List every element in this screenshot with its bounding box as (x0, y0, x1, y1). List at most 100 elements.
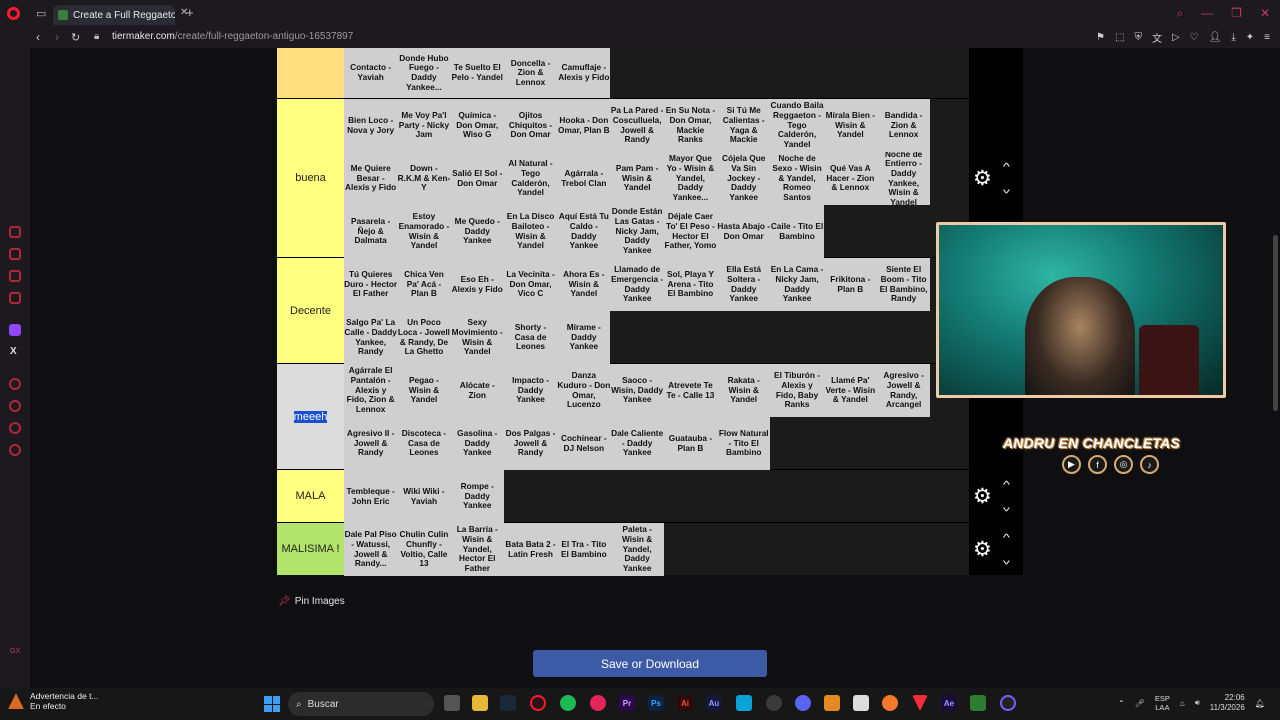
tier-item[interactable]: Estoy Enamorado - Wisin & Yandel (397, 205, 451, 258)
tier-item[interactable]: Discoteca - Casa de Leones (397, 417, 451, 470)
tier-item[interactable]: Chica Ven Pa' Acá - Plan B (397, 258, 451, 311)
move-down-icon[interactable]: ^ (1003, 554, 1010, 565)
tier-label[interactable]: meeeh (277, 364, 344, 469)
mic-icon[interactable]: 🎤︎ (1135, 699, 1145, 708)
tier-item[interactable]: Down - R.K.M & Ken-Y (397, 152, 451, 205)
pin-images-toggle[interactable]: 📌︎ Pin Images (278, 596, 345, 607)
tier-item[interactable]: Flow Natural - Tito El Bambino (717, 417, 771, 470)
heart-icon[interactable]: ♡ (1190, 32, 1199, 43)
chrome-icon[interactable] (766, 695, 782, 711)
tier-item[interactable]: Ahora Es - Wisin & Yandel (557, 258, 611, 311)
tier-item[interactable]: En La Cama - Nicky Jam, Daddy Yankee (770, 258, 824, 311)
page-scrollbar[interactable] (1273, 235, 1278, 411)
tier-item[interactable]: Donde Hubo Fuego - Daddy Yankee... (397, 48, 451, 98)
blender-icon[interactable] (882, 695, 898, 711)
tier-item[interactable]: En La Disco Bailoteo - Wisin & Yandel (503, 205, 558, 258)
close-window-icon[interactable]: ✕ (1260, 6, 1270, 21)
tier-item[interactable]: Hasta Abajo - Don Omar (717, 205, 771, 258)
tier-item[interactable]: Noche de Entierro - Daddy Yankee, Wisin … (876, 152, 931, 205)
back-icon[interactable]: ‹ (36, 30, 40, 44)
tier-item[interactable]: Siente El Boom - Tito El Bambino, Randy (876, 258, 931, 311)
clock[interactable]: 22:06 11/3/2026 (1210, 693, 1245, 714)
tray-chevron-icon[interactable]: ⌃ (1118, 699, 1125, 708)
bookmark-icon[interactable]: ⚑ (1096, 32, 1105, 43)
tier-item[interactable]: Bandida - Zion & Lennox (876, 99, 931, 152)
move-down-icon[interactable]: ^ (1003, 183, 1010, 194)
file-explorer-icon[interactable] (472, 695, 488, 711)
forward-icon[interactable]: › (55, 30, 59, 44)
volume-icon[interactable]: 🔊︎ (1195, 698, 1200, 708)
tier-item[interactable]: Agárrale El Pantalón - Alexis y Fido, Zi… (344, 364, 398, 417)
tier-label[interactable]: buena (277, 99, 344, 257)
network-icon[interactable]: ⌂ (1180, 699, 1185, 708)
tier-item[interactable]: Eso Eh - Alexis y Fido (450, 258, 504, 311)
maximize-icon[interactable]: ❐ (1231, 6, 1242, 21)
tier-item[interactable]: Doncella - Zion & Lennox (503, 48, 558, 98)
tier-item[interactable]: Saoco - Wisin, Daddy Yankee (610, 364, 664, 417)
tier-item[interactable]: Aquí Está Tu Caldo - Daddy Yankee (557, 205, 611, 258)
tier-item[interactable]: Pa La Pared - Cosculluela, Jowell & Rand… (610, 99, 664, 152)
active-tab[interactable]: Create a Full Reggaeton Antiguo Tier Lis… (53, 5, 175, 25)
discord-icon[interactable] (795, 695, 811, 711)
play-icon[interactable]: ▷ (1172, 32, 1180, 43)
tab-menu-icon[interactable]: ▭ (36, 7, 46, 20)
tier-item[interactable]: Cójela Que Va Sin Jockey - Daddy Yankee (717, 152, 771, 205)
move-up-icon[interactable]: ^ (1003, 533, 1010, 544)
steam-icon[interactable] (500, 695, 516, 711)
tier-item[interactable]: Qué Vas A Hacer - Zion & Lennox (823, 152, 877, 205)
gear-icon[interactable]: ⚙ (973, 168, 992, 189)
tier-item[interactable]: Hooka - Don Omar, Plan B (557, 99, 611, 152)
tier-item[interactable]: Agárrala - Trebol Clan (557, 152, 611, 205)
messenger-icon[interactable] (9, 292, 21, 304)
tier-item[interactable]: Atrevete Te Te - Calle 13 (663, 364, 718, 417)
tier-label[interactable] (277, 48, 344, 98)
translate-icon[interactable]: 文 (1152, 30, 1162, 45)
tier-item[interactable]: Mírame - Daddy Yankee (557, 311, 611, 364)
tier-item[interactable]: Tembleque - John Eric (344, 470, 398, 523)
tier-item[interactable]: Ojitos Chiquitos - Don Omar (503, 99, 558, 152)
tier-item[interactable]: Déjale Caer To' El Peso - Hector El Fath… (663, 205, 718, 258)
snapshot-icon[interactable]: ⬚ (1115, 32, 1124, 43)
tier-item[interactable]: Me Quiere Besar - Alexis y Fido (344, 152, 398, 205)
tier-item[interactable]: Rompe - Daddy Yankee (450, 470, 504, 523)
tier-item[interactable]: Bien Loco - Nova y Jory (344, 99, 398, 152)
tier-item[interactable]: Noche de Sexo - Wisin & Yandel, Romeo Sa… (770, 152, 824, 205)
tier-item[interactable]: Me Voy Pa'l Party - Nicky Jam (397, 99, 451, 152)
tier-item[interactable]: Alócate - Zion (450, 364, 504, 417)
tier-item[interactable]: Pegao - Wisin & Yandel (397, 364, 451, 417)
obs-icon[interactable] (1000, 695, 1016, 711)
new-tab-icon[interactable]: + (186, 5, 194, 20)
tier-item[interactable]: Si Tú Me Calientas - Yaga & Mackie (717, 99, 771, 152)
tier-item[interactable]: Rakata - Wisin & Yandel (717, 364, 771, 417)
tier-item[interactable]: Dale Caliente - Daddy Yankee (610, 417, 664, 470)
tier-item[interactable]: Paleta - Wisin & Yandel, Daddy Yankee (610, 523, 664, 576)
move-up-icon[interactable]: ^ (1003, 162, 1010, 173)
tier-item[interactable]: Wiki Wiki - Yaviah (397, 470, 451, 523)
tier-item[interactable]: En Su Nota - Don Omar, Mackie Ranks (663, 99, 718, 152)
tier-item[interactable]: Tú Quieres Duro - Hector El Father (344, 258, 398, 311)
tier-item[interactable]: Te Suelto El Pelo - Yandel (450, 48, 504, 98)
tier-item[interactable]: Sol, Playa Y Arena - Tito El Bambino (663, 258, 718, 311)
tier-label[interactable]: MALA (277, 470, 344, 522)
extensions-icon[interactable] (9, 422, 21, 434)
tier-item[interactable]: Llamé Pa' Verte - Wisin & Yandel (823, 364, 877, 417)
aria-icon[interactable] (9, 226, 21, 238)
minimize-icon[interactable]: — (1201, 6, 1213, 21)
save-or-download-button[interactable]: Save or Download (533, 650, 767, 677)
tier-item[interactable]: Me Quedo - Daddy Yankee (450, 205, 504, 258)
task-view-icon[interactable] (444, 695, 460, 711)
premiere-icon[interactable]: Pr (619, 695, 635, 711)
tier-item[interactable]: Cochinear - DJ Nelson (557, 417, 611, 470)
spotify-icon[interactable] (560, 695, 576, 711)
tier-item[interactable]: La Barría - Wisin & Yandel, Hector El Fa… (450, 523, 504, 576)
tier-item[interactable]: Agresivo - Jowell & Randy, Arcangel (876, 364, 931, 417)
tier-item[interactable]: Impacto - Daddy Yankee (503, 364, 558, 417)
shopping-icon[interactable] (9, 248, 21, 260)
taskbar-search[interactable]: ⌕ Buscar (288, 692, 434, 716)
tier-item[interactable]: Caile - Tito El Bambino (770, 205, 824, 258)
tier-item[interactable]: Dos Palgas - Jowell & Randy (503, 417, 558, 470)
tier-item[interactable]: Sexy Movimiento - Wisin & Yandel (450, 311, 504, 364)
notification[interactable]: Advertencia de t... En efecto (8, 691, 99, 711)
x-icon[interactable]: X (10, 346, 22, 358)
shield-icon[interactable]: ⛨ (1134, 32, 1142, 43)
